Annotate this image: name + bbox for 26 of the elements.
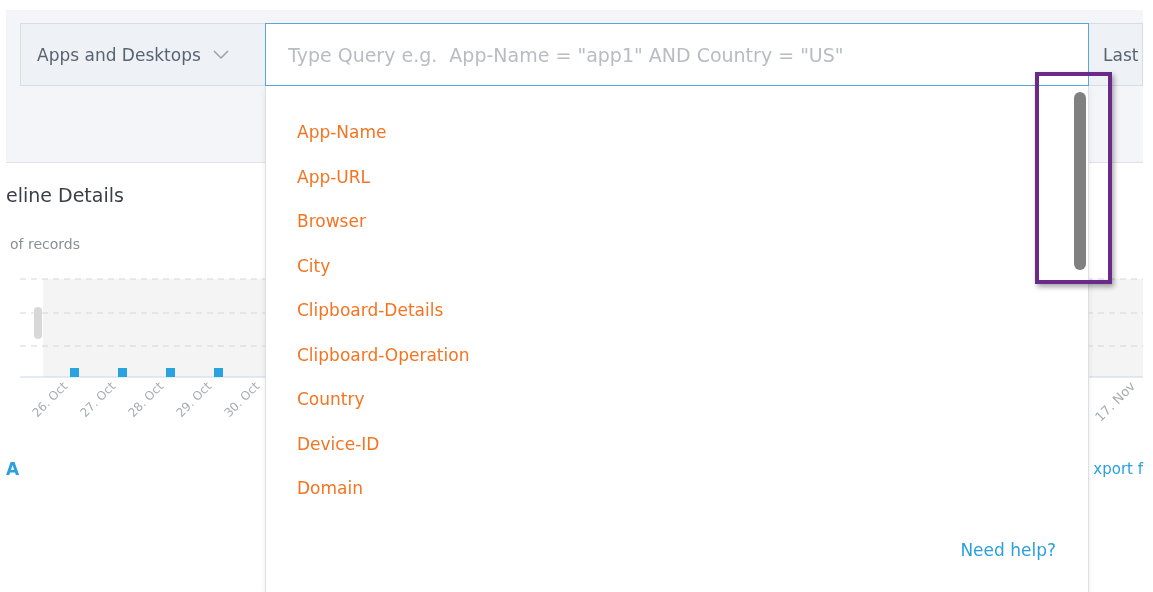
axis-tick-label: 26. Oct — [29, 379, 71, 420]
suggestion-item[interactable]: Country — [297, 386, 1088, 431]
help-link[interactable]: Need help? — [960, 539, 1056, 560]
scrollbar-thumb[interactable] — [1074, 92, 1086, 270]
suggestion-item[interactable]: App-Name — [297, 119, 1088, 164]
suggestion-item[interactable]: App-URL — [297, 163, 1088, 208]
link[interactable]: A — [6, 458, 20, 480]
export-link[interactable]: xport f — [1093, 458, 1143, 480]
suggestion-item[interactable]: Clipboard-Operation — [297, 341, 1088, 386]
suggestion-item[interactable]: City — [297, 252, 1088, 297]
axis-tick-label: 17. Nov — [1092, 378, 1139, 425]
suggestion-item[interactable]: Device-ID — [297, 430, 1088, 475]
chevron-down-icon — [212, 49, 229, 60]
axis-label: of records — [9, 235, 81, 253]
suggestion-item[interactable]: Domain — [297, 475, 1088, 520]
axis-tick-label: 30. Oct — [221, 379, 263, 420]
query-field[interactable]: Type Query e.g. App-Name = "app1" AND Country = "US" — [265, 23, 1089, 86]
time-range-dropdown[interactable]: Last — [1089, 23, 1143, 86]
section-title: eline Details — [6, 183, 124, 207]
suggestion-item[interactable]: Clipboard-Details — [297, 297, 1088, 342]
category-dropdown[interactable]: Apps and Desktops — [20, 23, 265, 86]
suggestion-item[interactable]: Browser — [297, 208, 1088, 253]
axis-tick-label: 29. Oct — [173, 379, 215, 420]
scroll-handle[interactable] — [34, 307, 42, 339]
axis-tick-label: 28. Oct — [125, 379, 167, 420]
axis-tick-label: 27. Oct — [77, 379, 119, 420]
